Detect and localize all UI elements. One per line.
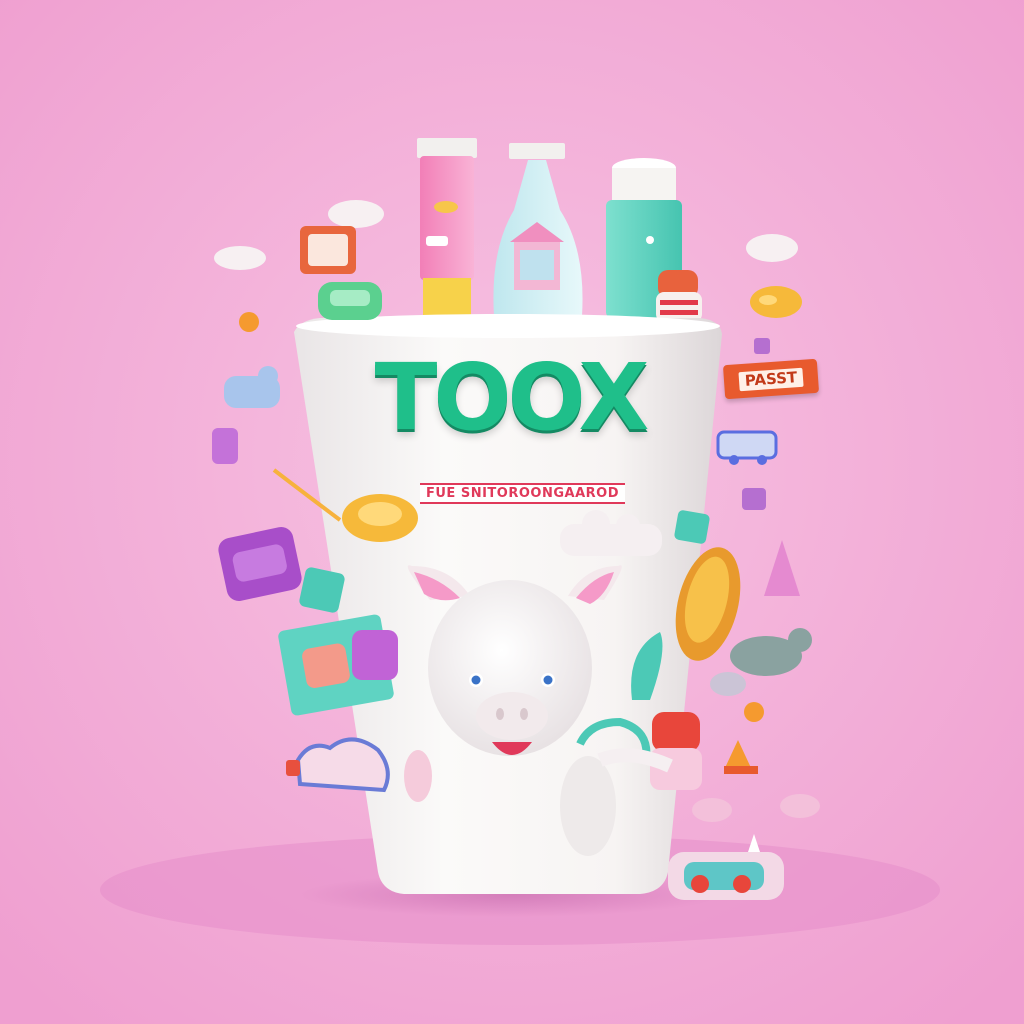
orange-tv-box	[300, 226, 356, 274]
orange-dot-right	[744, 702, 764, 722]
purple-chip	[754, 338, 770, 354]
scene-graphics	[0, 0, 1024, 1024]
floating-sign: PASST	[722, 358, 820, 400]
pink-cloud-b	[780, 794, 820, 818]
cup-tagline: FUE SNITOROONGAAROD	[420, 483, 625, 504]
orange-pretzel	[750, 286, 802, 318]
cloud-right	[746, 234, 798, 262]
pink-shell	[404, 750, 432, 802]
purple-frame	[742, 488, 766, 510]
orange-dot-left	[239, 312, 259, 332]
small-robot-toy	[656, 270, 702, 322]
cup-brand-logo: TOOX	[374, 344, 650, 451]
red-jar	[650, 712, 702, 790]
floating-sign-label: PASST	[738, 367, 804, 391]
illustration-scene: TOOX FUE SNITOROONGAAROD PASST	[0, 0, 1024, 1024]
pink-toothpaste-tube	[417, 138, 477, 320]
teal-cube-left	[299, 567, 345, 613]
pink-cloud-a	[692, 798, 732, 822]
teal-cube-right	[674, 510, 710, 544]
green-toy-car	[318, 282, 382, 320]
purple-tag	[212, 428, 238, 464]
